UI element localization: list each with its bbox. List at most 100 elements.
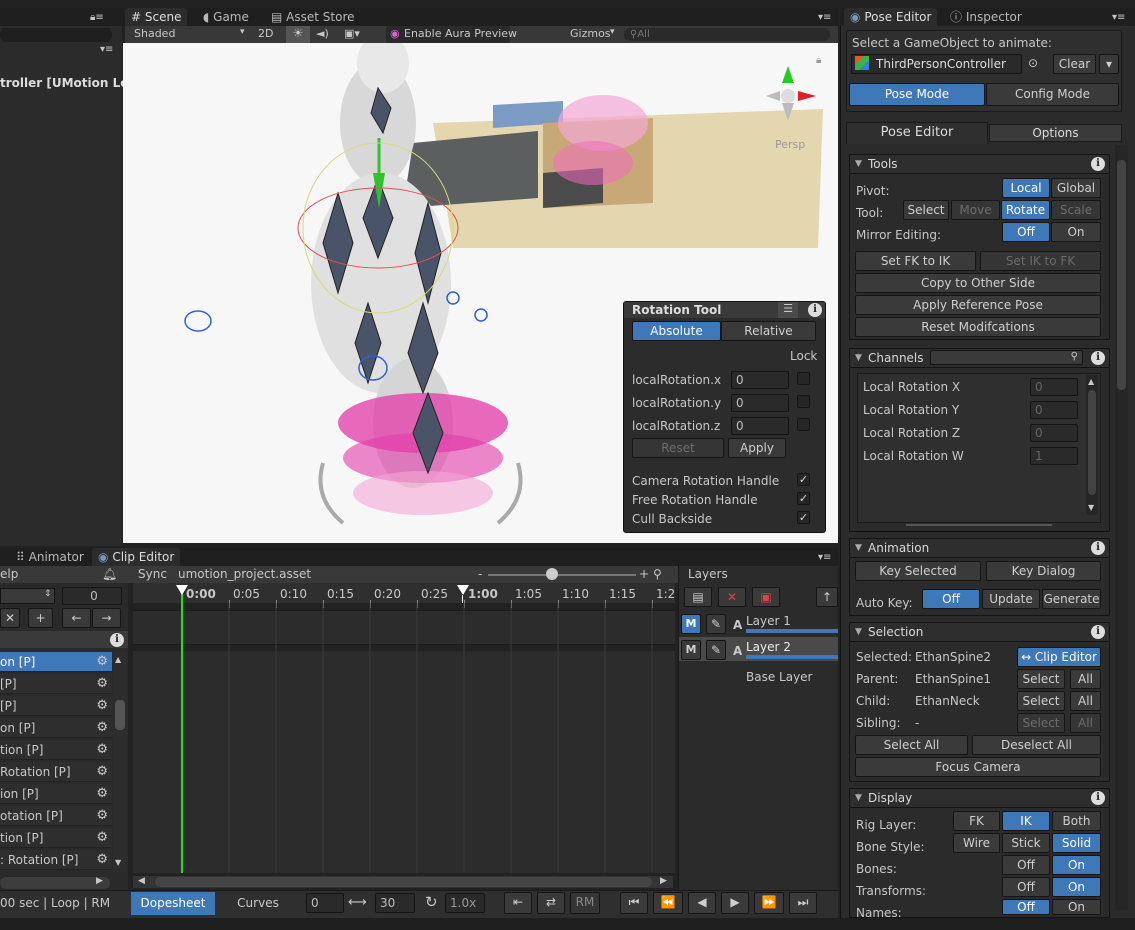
lock-icon[interactable]: 🔒︎≡: [90, 12, 104, 23]
tab-clip-editor[interactable]: ◉ Clip Editor: [92, 548, 181, 566]
channel-row[interactable]: tion [P] ⚙: [0, 828, 112, 848]
channel-info-icon[interactable]: i: [110, 633, 124, 647]
go-start-icon[interactable]: ⇤: [504, 892, 532, 914]
play-icon[interactable]: ▶: [721, 892, 749, 914]
panel-menu-icon[interactable]: ▾≡: [818, 12, 831, 23]
playhead-line[interactable]: [181, 588, 183, 873]
curves-tab[interactable]: Curves: [218, 892, 298, 915]
rot-y-input[interactable]: 0: [731, 394, 789, 412]
channel-row[interactable]: on [P] ⚙: [0, 652, 112, 672]
zoom-plus[interactable]: +: [639, 567, 649, 581]
zoom-minus[interactable]: -: [478, 567, 482, 581]
bone-wire-button[interactable]: Wire: [953, 833, 1000, 853]
rig-fk-button[interactable]: FK: [953, 811, 1000, 831]
channels-search-input[interactable]: ⚲: [930, 350, 1083, 365]
sibling-select-button[interactable]: Select: [1017, 713, 1065, 733]
scene-search-input[interactable]: ⚲All: [624, 28, 830, 41]
channels-info-icon[interactable]: i: [1091, 351, 1105, 365]
auto-key-update-button[interactable]: Update: [982, 589, 1040, 609]
timeline-hscroll-thumb[interactable]: [155, 877, 652, 887]
object-field[interactable]: ThirdPersonController: [851, 54, 1022, 74]
pivot-global-button[interactable]: Global: [1051, 178, 1101, 198]
tab-animator[interactable]: ⠿ Animator: [10, 548, 90, 566]
key-dialog-button[interactable]: Key Dialog: [986, 561, 1101, 581]
gear-icon[interactable]: ⚙: [96, 809, 108, 823]
shading-dropdown[interactable]: Shaded: [134, 27, 175, 40]
gear-icon[interactable]: ⚙: [96, 743, 108, 757]
bones-on-button[interactable]: On: [1052, 855, 1101, 875]
right-scrollbar-thumb[interactable]: [1117, 160, 1126, 390]
add-channel-icon[interactable]: +: [28, 608, 53, 628]
toggle-2d-button[interactable]: 2D: [258, 27, 273, 40]
tool-move-button[interactable]: Move: [951, 200, 1000, 220]
clear-layer-icon[interactable]: ▣: [752, 587, 780, 607]
bottom-menu-icon[interactable]: ▾≡: [818, 552, 831, 563]
layer2-name[interactable]: Layer 2: [746, 640, 791, 654]
lighting-icon[interactable]: ☀: [286, 26, 310, 43]
layer2-additive[interactable]: A: [733, 644, 742, 658]
layer1-weight-bar[interactable]: [746, 629, 838, 633]
scroll-up-icon[interactable]: ▲: [115, 655, 121, 664]
auto-key-off-button[interactable]: Off: [922, 589, 980, 609]
channel-scrollbar[interactable]: [113, 652, 127, 872]
gear-icon[interactable]: ⚙: [96, 787, 108, 801]
rig-both-button[interactable]: Both: [1052, 811, 1101, 831]
selection-header[interactable]: ▼ Selection i: [849, 622, 1110, 642]
zoom-slider-thumb[interactable]: [546, 568, 558, 580]
apply-reference-pose-button[interactable]: Apply Reference Pose: [855, 295, 1101, 315]
start-frame-input[interactable]: 0: [306, 893, 344, 913]
tools-header[interactable]: ▼ Tools i: [849, 154, 1110, 174]
channel-row[interactable]: : Rotation [P] ⚙: [0, 850, 112, 870]
gear-icon[interactable]: ⚙: [96, 765, 108, 779]
parent-select-button[interactable]: Select: [1017, 669, 1065, 689]
channels-scrollbar-thumb[interactable]: [1088, 390, 1096, 495]
menu-icon[interactable]: ☰: [778, 302, 798, 318]
select-all-button[interactable]: Select All: [855, 735, 968, 755]
viewport-lock-icon[interactable]: 🔒︎: [816, 55, 821, 66]
object-picker-icon[interactable]: ⊙: [1028, 56, 1038, 70]
layer1-mask-button[interactable]: M: [681, 614, 701, 634]
channel-row[interactable]: [P] ⚙: [0, 674, 112, 694]
transforms-on-button[interactable]: On: [1052, 877, 1101, 897]
tab-game[interactable]: ◖ Game: [197, 8, 255, 26]
clear-button[interactable]: Clear: [1053, 54, 1096, 74]
rig-ik-button[interactable]: IK: [1002, 811, 1050, 831]
camera-rotation-handle-checkbox[interactable]: ✓: [797, 473, 810, 486]
channels-scroll-down-icon[interactable]: ▼: [1088, 503, 1094, 512]
rot-z-input[interactable]: 0: [731, 417, 789, 435]
rot-y-lock-checkbox[interactable]: [797, 395, 810, 408]
right-menu-icon[interactable]: ▾≡: [1112, 12, 1125, 23]
absolute-button[interactable]: Absolute: [632, 321, 721, 341]
layer2-weight-bar[interactable]: [746, 655, 838, 659]
apply-button[interactable]: Apply: [728, 438, 786, 458]
prev-key-icon[interactable]: ⏪: [653, 892, 683, 914]
hscroll-right-icon[interactable]: ▶: [96, 876, 103, 886]
end-frame-input[interactable]: 30: [375, 893, 415, 913]
tool-select-button[interactable]: Select: [903, 200, 949, 220]
tools-info-icon[interactable]: i: [1091, 157, 1105, 171]
names-off-button[interactable]: Off: [1002, 899, 1050, 915]
child-all-button[interactable]: All: [1070, 691, 1101, 711]
channel-rot-x-input[interactable]: 0: [1030, 378, 1078, 396]
channel-row[interactable]: tion [P] ⚙: [0, 740, 112, 760]
gear-icon[interactable]: ⚙: [96, 655, 108, 669]
hierarchy-search[interactable]: [0, 28, 112, 42]
mirror-off-button[interactable]: Off: [1002, 222, 1050, 242]
pivot-local-button[interactable]: Local: [1002, 178, 1050, 198]
layer1-additive[interactable]: A: [733, 618, 742, 632]
focus-camera-button[interactable]: Focus Camera: [855, 757, 1101, 777]
auto-key-generate-button[interactable]: Generate: [1042, 589, 1101, 609]
channel-hscroll[interactable]: [0, 877, 110, 889]
reset-modifications-button[interactable]: Reset Modifcations: [855, 317, 1101, 337]
channel-row[interactable]: ion [P] ⚙: [0, 784, 112, 804]
config-mode-button[interactable]: Config Mode: [986, 83, 1119, 106]
tool-scale-button[interactable]: Scale: [1051, 200, 1101, 220]
prev-frame-icon[interactable]: ◀: [688, 892, 716, 914]
gizmos-dropdown[interactable]: Gizmos: [570, 27, 611, 40]
display-header[interactable]: ▼ Display i: [849, 788, 1110, 808]
channels-resize-handle[interactable]: [906, 524, 1052, 526]
cull-backside-checkbox[interactable]: ✓: [797, 511, 810, 524]
sibling-all-button[interactable]: All: [1070, 713, 1101, 733]
set-ik-to-fk-button[interactable]: Set IK to FK: [980, 251, 1101, 271]
deselect-all-button[interactable]: Deselect All: [972, 735, 1101, 755]
